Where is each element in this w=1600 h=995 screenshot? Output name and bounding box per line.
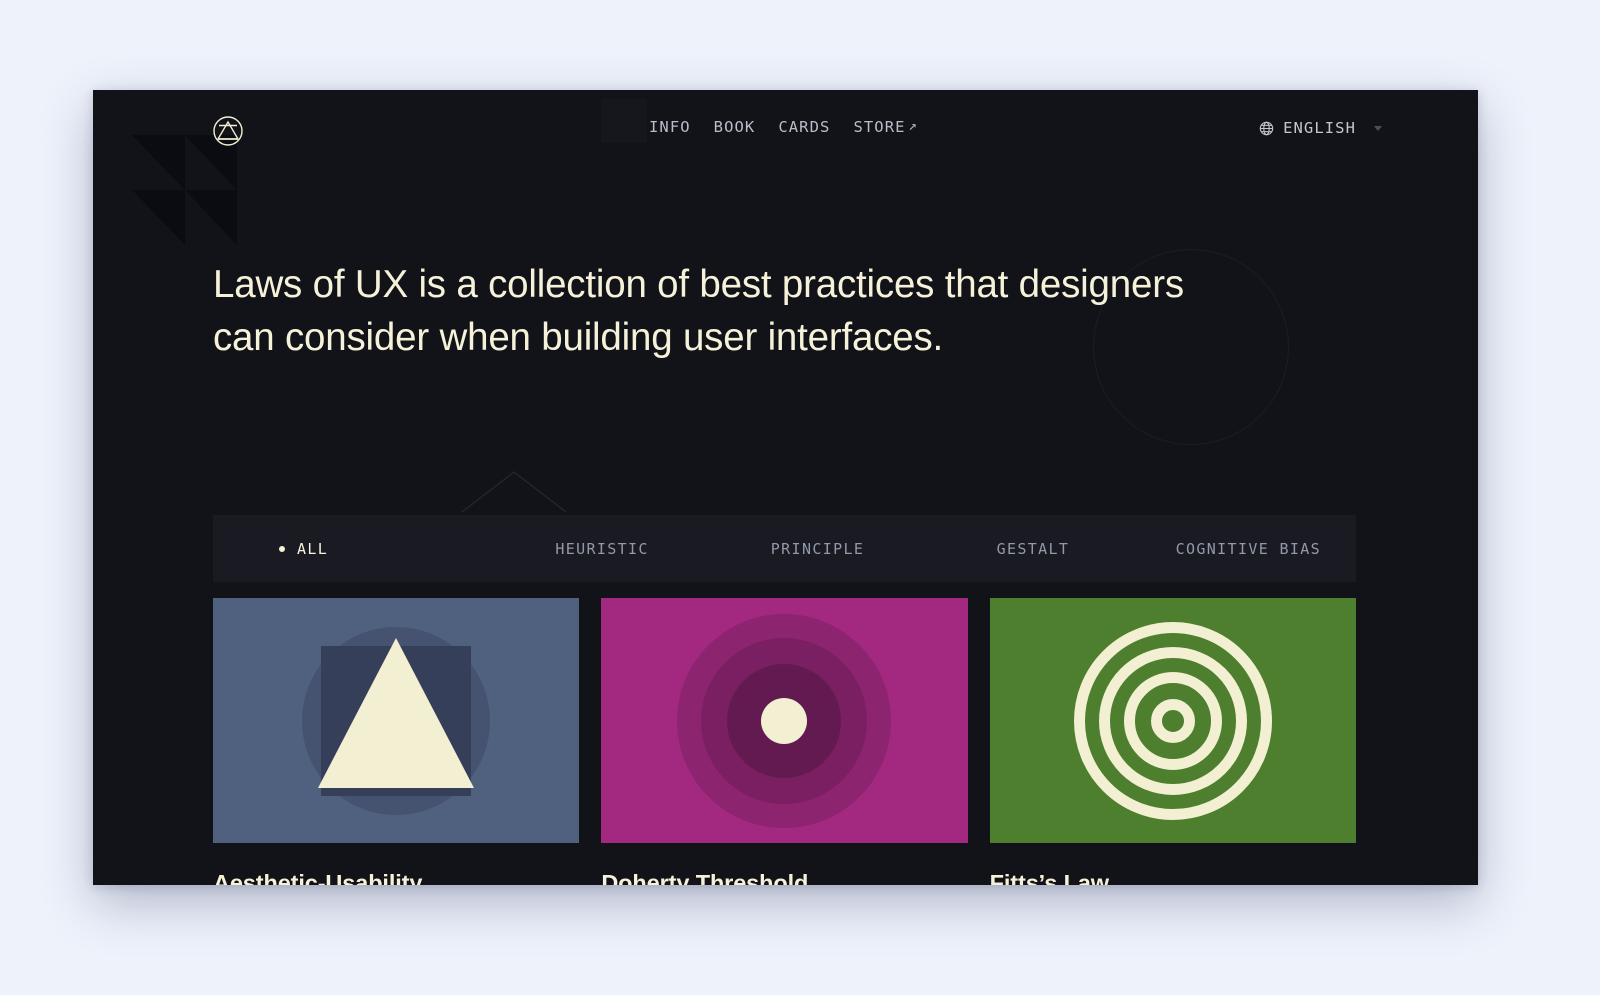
filter-tab-all-label: ALL <box>297 539 329 558</box>
site-logo[interactable] <box>212 115 244 147</box>
filter-tab-heuristic-label: HEURISTIC <box>555 539 649 558</box>
nav-item-info[interactable]: INFO <box>649 118 691 136</box>
site-header: INFO BOOK CARDS STORE ↗ ENGLISH <box>93 90 1478 178</box>
hero-section: Laws of UX is a collection of best pract… <box>213 258 1243 364</box>
main-navigation: INFO BOOK CARDS STORE ↗ <box>649 118 918 136</box>
category-filter-bar: ALL HEURISTIC PRINCIPLE GESTALT COGNITIV… <box>213 515 1356 582</box>
page-title: Laws of UX is a collection of best pract… <box>213 263 1184 360</box>
globe-icon <box>1259 121 1274 135</box>
filter-tab-cognitive-bias[interactable]: COGNITIVE BIAS <box>1141 515 1356 582</box>
language-switcher[interactable]: ENGLISH <box>1259 119 1382 137</box>
chevron-down-icon <box>1374 125 1382 131</box>
law-card-fittss-law[interactable]: Fitts’s Law <box>989 598 1356 885</box>
browser-viewport: INFO BOOK CARDS STORE ↗ ENGLISH Laws of … <box>93 90 1478 885</box>
law-card-title: Fitts’s Law <box>989 870 1109 885</box>
decorative-triangle-4 <box>184 190 237 245</box>
nav-item-cards[interactable]: CARDS <box>778 118 830 136</box>
filter-tab-gestalt-label: GESTALT <box>996 539 1070 558</box>
nav-item-store-label: STORE <box>853 118 906 136</box>
filter-tab-principle[interactable]: PRINCIPLE <box>710 515 925 582</box>
filter-tab-gestalt[interactable]: GESTALT <box>925 515 1140 582</box>
law-card-doherty-threshold[interactable]: Doherty Threshold <box>601 598 968 885</box>
card-artwork-fittss-law <box>989 598 1356 843</box>
artwork-target-ring-4 <box>1150 698 1195 743</box>
filter-tab-heuristic[interactable]: HEURISTIC <box>494 515 709 582</box>
artwork-triangle-shape <box>318 638 475 788</box>
nav-item-book-label: BOOK <box>713 118 756 136</box>
nav-item-book[interactable]: BOOK <box>714 118 756 136</box>
card-artwork-doherty-threshold <box>601 598 968 843</box>
card-artwork-aesthetic-usability <box>213 598 580 843</box>
law-card-title: Aesthetic-Usability <box>213 870 423 885</box>
logo-icon <box>213 116 243 146</box>
nav-item-info-label: INFO <box>649 118 691 136</box>
nav-item-cards-label: CARDS <box>778 118 831 136</box>
law-card-title: Doherty Threshold <box>601 870 809 885</box>
language-value: ENGLISH <box>1283 119 1356 137</box>
nav-item-store[interactable]: STORE ↗ <box>853 118 918 136</box>
decorative-triangle-3 <box>132 190 185 245</box>
law-card-aesthetic-usability[interactable]: Aesthetic-Usability <box>213 598 580 885</box>
active-filter-dot-icon <box>279 545 285 552</box>
law-card-grid: Aesthetic-Usability Doherty Threshold Fi… <box>213 598 1356 885</box>
artwork-center-dot <box>761 697 808 744</box>
filter-tab-principle-label: PRINCIPLE <box>770 539 865 558</box>
external-link-arrow-icon: ↗ <box>908 118 919 134</box>
decorative-triangle-outline <box>461 471 567 512</box>
filter-tab-cognitive-bias-label: COGNITIVE BIAS <box>1175 539 1321 558</box>
filter-tab-all[interactable]: ALL <box>213 515 494 582</box>
